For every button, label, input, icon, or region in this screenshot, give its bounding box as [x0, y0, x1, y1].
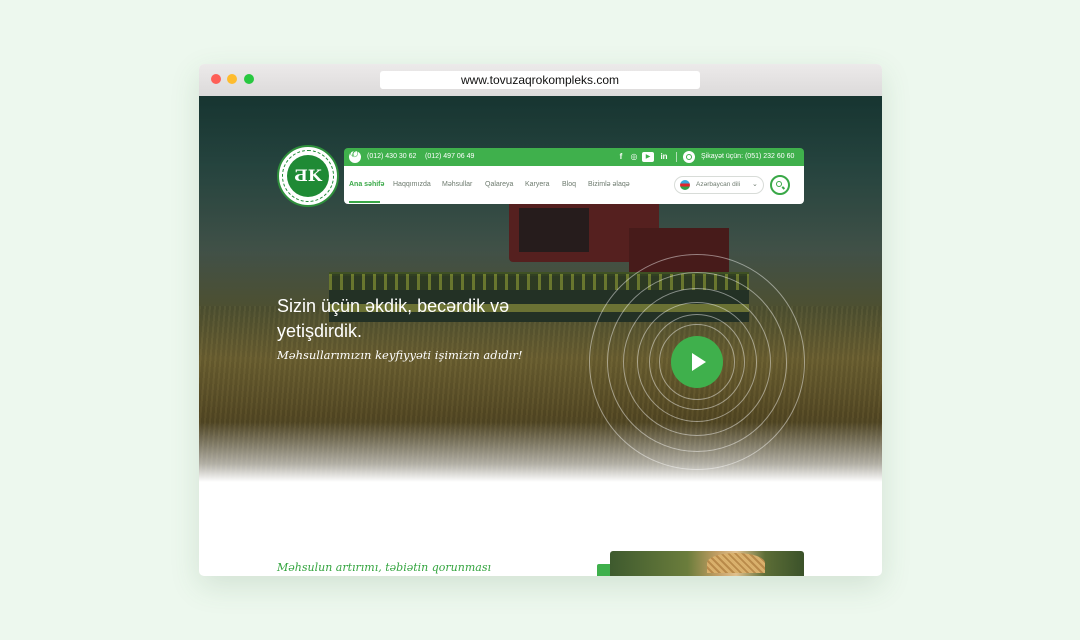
nav-contact[interactable]: Bizimlə əlaqə: [588, 166, 630, 204]
phone-icon: [349, 149, 361, 163]
browser-window: www.tovuzaqrokompleks.com ƋK (012) 430 3…: [199, 64, 882, 576]
section-title: Məhsulun artırımı, təbiətin qorunması: [277, 561, 492, 574]
search-button[interactable]: [770, 175, 790, 195]
hero-section: ƋK (012) 430 30 62 (012) 497 06 49 f ◎ ▶…: [199, 96, 882, 482]
minimize-window-button[interactable]: [227, 74, 237, 84]
chevron-down-icon: ⌄: [752, 181, 758, 188]
site-logo[interactable]: ƋK: [277, 145, 339, 207]
language-label: Azərbaycan dili: [696, 181, 741, 188]
phone-number-2[interactable]: (012) 497 06 49: [425, 148, 474, 166]
maximize-window-button[interactable]: [244, 74, 254, 84]
contact-bar: (012) 430 30 62 (012) 497 06 49 f ◎ ▶ in…: [344, 148, 804, 166]
address-bar[interactable]: www.tovuzaqrokompleks.com: [380, 71, 700, 89]
hero-subtitle: Məhsullarımızın keyfiyyəti işimizin adıd…: [277, 348, 523, 362]
nav-about[interactable]: Haqqımızda: [393, 166, 431, 204]
divider: [676, 152, 677, 162]
nav-careers[interactable]: Karyera: [525, 166, 550, 204]
complaint-phone[interactable]: Şikayət üçün: (051) 232 60 60: [701, 148, 794, 166]
play-video-button[interactable]: [671, 336, 723, 388]
close-window-button[interactable]: [211, 74, 221, 84]
linkedin-icon[interactable]: in: [658, 152, 670, 162]
nav-blog[interactable]: Bloq: [562, 166, 576, 204]
whatsapp-icon: [683, 151, 695, 163]
farmer-photo: [610, 551, 804, 576]
hero-title: Sizin üçün əkdik, becərdik və yetişdirdi…: [277, 296, 510, 341]
nav-gallery[interactable]: Qalareya: [485, 166, 513, 204]
youtube-icon[interactable]: ▶: [642, 152, 654, 162]
facebook-icon[interactable]: f: [616, 152, 626, 162]
decorative-tab: [597, 564, 611, 576]
language-selector[interactable]: Azərbaycan dili ⌄: [674, 176, 764, 194]
logo-mark: ƋK: [287, 155, 329, 197]
main-nav: Ana səhifə Haqqımızda Məhsullar Qalareya…: [344, 166, 804, 204]
instagram-icon[interactable]: ◎: [629, 152, 639, 162]
azerbaijan-flag-icon: [680, 180, 690, 190]
nav-products[interactable]: Məhsullar: [442, 166, 472, 204]
straw-hat: [707, 553, 765, 573]
active-nav-indicator: [349, 201, 380, 203]
nav-home[interactable]: Ana səhifə: [349, 166, 384, 204]
phone-number-1[interactable]: (012) 430 30 62: [367, 148, 416, 166]
browser-titlebar: www.tovuzaqrokompleks.com: [199, 64, 882, 97]
